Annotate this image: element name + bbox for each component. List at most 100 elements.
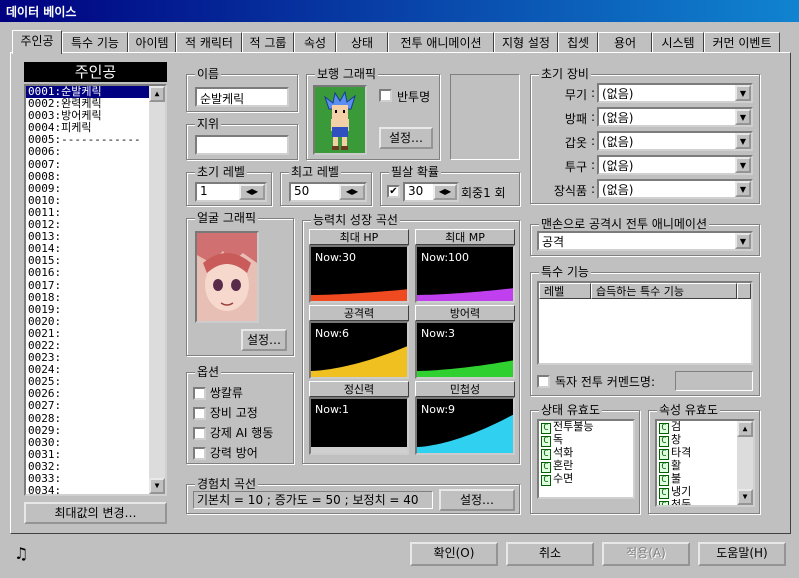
tab-chipset[interactable]: 칩셋 bbox=[558, 32, 598, 52]
skills-table[interactable]: 레벨 습득하는 특수 기능 bbox=[537, 281, 753, 365]
max-value-button[interactable]: 최대값의 변경… bbox=[24, 502, 167, 524]
rank-c-icon[interactable]: C bbox=[541, 436, 551, 447]
rank-c-icon[interactable]: C bbox=[541, 423, 551, 434]
equip-slot-select[interactable]: (없음) ▼ bbox=[597, 83, 753, 103]
tab-hero[interactable]: 주인공 bbox=[12, 30, 62, 54]
rank-c-icon[interactable]: C bbox=[541, 462, 551, 473]
custom-cmd-checkbox[interactable] bbox=[537, 375, 550, 388]
unarmed-anim-select[interactable]: 공격 ▼ bbox=[537, 231, 753, 251]
init-level-spinner-icon[interactable]: ◀▶ bbox=[239, 184, 265, 200]
effect-list-item[interactable]: C 냉기 bbox=[657, 485, 737, 499]
tab-battle-anim[interactable]: 전투 애니메이션 bbox=[388, 32, 494, 52]
stat-curve-graph[interactable]: Now:6 bbox=[309, 321, 409, 379]
chevron-down-icon[interactable]: ▼ bbox=[735, 233, 751, 249]
help-button[interactable]: 도움말(H) bbox=[698, 542, 786, 566]
skills-col-level[interactable]: 레벨 bbox=[539, 283, 591, 299]
face-graphic-set-button[interactable]: 설정… bbox=[241, 329, 287, 351]
hero-list-item[interactable]: 0019: bbox=[26, 303, 149, 316]
chevron-down-icon[interactable]: ▼ bbox=[735, 157, 751, 173]
stat-curve-2[interactable]: 공격력 Now:6 bbox=[309, 305, 409, 379]
effect-list-item[interactable]: C창 bbox=[657, 433, 737, 447]
scroll-up-icon[interactable]: ▲ bbox=[737, 421, 753, 437]
max-level-spinner-icon[interactable]: ◀▶ bbox=[339, 184, 365, 200]
critical-input[interactable]: 30 ◀▶ bbox=[403, 182, 459, 202]
rank-c-icon[interactable]: C bbox=[659, 501, 669, 505]
equip-slot-select[interactable]: (없음) ▼ bbox=[597, 107, 753, 127]
cancel-button[interactable]: 취소 bbox=[506, 542, 594, 566]
hero-list-item[interactable]: 0016: bbox=[26, 267, 149, 279]
equip-slot-select[interactable]: (없음) ▼ bbox=[597, 131, 753, 151]
hero-list-item[interactable]: 0027: bbox=[26, 400, 149, 412]
rank-c-icon[interactable]: C bbox=[659, 488, 669, 499]
critical-checkbox[interactable]: ✔ bbox=[387, 185, 400, 198]
rank-c-icon[interactable]: C bbox=[659, 436, 669, 447]
stat-curve-0[interactable]: 최대 HP Now:30 bbox=[309, 229, 409, 303]
option-dual-wield[interactable]: 쌍칼류 bbox=[193, 383, 273, 403]
option-strong-defense[interactable]: 강력 방어 bbox=[193, 443, 273, 463]
scroll-down-icon[interactable]: ▼ bbox=[149, 478, 165, 494]
rank-c-icon[interactable]: C bbox=[659, 462, 669, 473]
hero-list-item[interactable]: 0007: bbox=[26, 158, 149, 171]
stat-curve-1[interactable]: 최대 MP Now:100 bbox=[415, 229, 515, 303]
max-level-input[interactable]: 50 ◀▶ bbox=[289, 182, 367, 202]
tab-system[interactable]: 시스템 bbox=[652, 32, 704, 52]
transparent-checkbox[interactable] bbox=[379, 89, 392, 102]
tab-vocab[interactable]: 용어 bbox=[598, 32, 652, 52]
stat-curve-5[interactable]: 민첩성 Now:9 bbox=[415, 381, 515, 455]
music-note-icon[interactable]: ♫ bbox=[14, 544, 28, 563]
effect-list-item[interactable]: C 천둥 bbox=[657, 498, 737, 505]
attr-eff-list[interactable]: C 검 C 창 C 타격 C 활 C 불 C 냉기 C 천둥 ▲ ▼ bbox=[655, 419, 755, 507]
rank-c-icon[interactable]: C bbox=[659, 423, 669, 434]
scroll-down-icon[interactable]: ▼ bbox=[737, 489, 753, 505]
hero-list-item[interactable]: 0030: bbox=[26, 436, 149, 449]
name-input[interactable]: 순발케릭 bbox=[195, 87, 289, 107]
stat-curve-graph[interactable]: Now:3 bbox=[415, 321, 515, 379]
option-ai-control[interactable]: 강제 AI 행동 bbox=[193, 423, 273, 443]
rank-c-icon[interactable]: C bbox=[541, 449, 551, 460]
tab-skills[interactable]: 특수 기능 bbox=[62, 32, 128, 52]
effect-list-item[interactable]: C불 bbox=[657, 472, 737, 486]
effect-list-item[interactable]: C활 bbox=[657, 459, 737, 473]
effect-list-item[interactable]: C 수면 bbox=[539, 472, 633, 486]
effect-list-item[interactable]: C 타격 bbox=[657, 446, 737, 460]
chevron-down-icon[interactable]: ▼ bbox=[735, 109, 751, 125]
rank-c-icon[interactable]: C bbox=[659, 475, 669, 486]
hero-list-item[interactable]: 0028: bbox=[26, 412, 149, 425]
hero-list[interactable]: 0001:순발케릭 0002:완력케릭 0003:방어케릭 0004:피케릭 0005:… bbox=[24, 84, 167, 496]
init-level-input[interactable]: 1 ◀▶ bbox=[195, 182, 267, 202]
stat-curve-4[interactable]: 정신력 Now:1 bbox=[309, 381, 409, 455]
tab-enemies[interactable]: 적 캐릭터 bbox=[176, 32, 242, 52]
chevron-down-icon[interactable]: ▼ bbox=[735, 85, 751, 101]
chevron-down-icon[interactable]: ▼ bbox=[735, 133, 751, 149]
critical-spinner-icon[interactable]: ◀▶ bbox=[433, 184, 457, 200]
tab-enemy-groups[interactable]: 적 그룹 bbox=[242, 32, 294, 52]
hero-list-item[interactable]: 0029: bbox=[26, 424, 149, 437]
tab-states[interactable]: 상태 bbox=[336, 32, 388, 52]
stat-curve-graph[interactable]: Now:30 bbox=[309, 245, 409, 303]
skills-col-skill[interactable]: 습득하는 특수 기능 bbox=[591, 283, 737, 299]
hero-list-scrollbar[interactable]: ▲ ▼ bbox=[149, 86, 165, 494]
hero-list-item[interactable]: 0008: bbox=[26, 170, 149, 183]
rank-c-icon[interactable]: C bbox=[659, 449, 669, 460]
stat-curve-graph[interactable]: Now:9 bbox=[415, 397, 515, 455]
apply-button[interactable]: 적용(A) bbox=[602, 542, 690, 566]
ok-button[interactable]: 확인(O) bbox=[410, 542, 498, 566]
stat-curve-3[interactable]: 방어력 Now:3 bbox=[415, 305, 515, 379]
title-input[interactable] bbox=[195, 135, 289, 155]
hero-list-item[interactable]: 0018: bbox=[26, 291, 149, 304]
tab-items[interactable]: 아이템 bbox=[128, 32, 176, 52]
hero-list-item[interactable]: 0017: bbox=[26, 279, 149, 292]
equip-slot-select[interactable]: (없음) ▼ bbox=[597, 179, 753, 199]
rank-c-icon[interactable]: C bbox=[541, 475, 551, 486]
tab-terrain[interactable]: 지형 설정 bbox=[494, 32, 558, 52]
scroll-up-icon[interactable]: ▲ bbox=[149, 86, 165, 102]
hero-list-item[interactable]: 0034: bbox=[26, 484, 149, 494]
stat-curve-graph[interactable]: Now:100 bbox=[415, 245, 515, 303]
hero-list-item[interactable]: 0006: bbox=[26, 146, 149, 158]
chevron-down-icon[interactable]: ▼ bbox=[735, 181, 751, 197]
custom-cmd-input[interactable] bbox=[675, 371, 753, 391]
effect-list-item[interactable]: C검 bbox=[657, 421, 737, 434]
attr-eff-scrollbar[interactable]: ▲ ▼ bbox=[737, 421, 753, 505]
stat-curve-graph[interactable]: Now:1 bbox=[309, 397, 409, 455]
option-lock-equip[interactable]: 장비 고정 bbox=[193, 403, 273, 423]
